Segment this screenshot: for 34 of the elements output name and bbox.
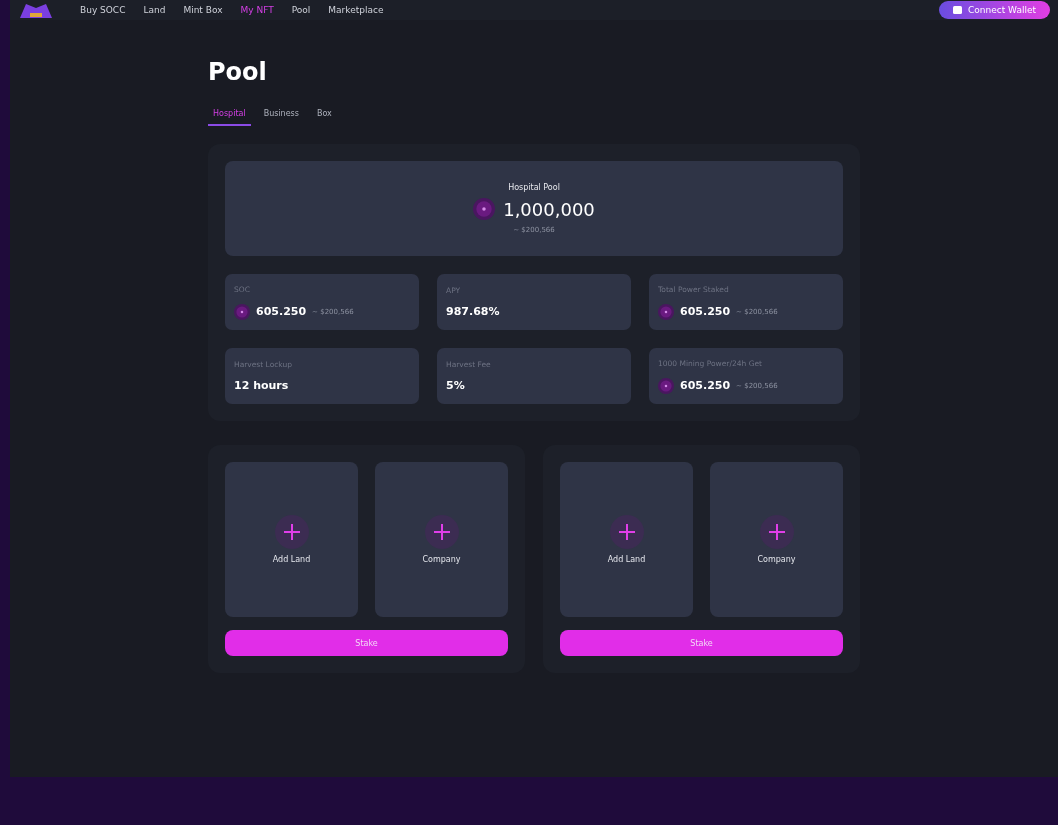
plus-icon	[759, 515, 794, 549]
stat-value: 987.68%	[446, 305, 500, 318]
slot-label: Add Land	[272, 555, 311, 564]
slot-label: Add Land	[607, 555, 646, 564]
nav-link[interactable]: Buy SOCC	[80, 5, 126, 15]
stat-value: 605.250	[680, 305, 731, 318]
nav-link[interactable]: Marketplace	[328, 5, 384, 15]
pool-tab[interactable]: Box	[311, 106, 337, 126]
nav-link[interactable]: Land	[143, 5, 166, 15]
pool-tab[interactable]: Hospital	[208, 106, 251, 126]
connect-wallet-button[interactable]: Connect Wallet	[939, 1, 1050, 19]
pool-tab[interactable]: Business	[258, 106, 304, 126]
wallet-icon	[953, 6, 962, 14]
coin-icon	[473, 198, 496, 220]
add-slot-card[interactable]: Company	[710, 462, 843, 617]
slot-label: Company	[422, 555, 461, 564]
nav-link[interactable]: Pool	[291, 5, 311, 15]
stat-value: 605.250	[680, 379, 731, 392]
pool-amount: 1,000,000	[503, 198, 595, 220]
stat-value: 605.250	[256, 305, 307, 318]
logo-icon[interactable]	[18, 2, 54, 18]
add-slot-card[interactable]: Add Land	[560, 462, 693, 617]
page-title: Pool	[208, 58, 268, 86]
plus-icon	[609, 515, 644, 549]
add-slot-card[interactable]: Add Land	[225, 462, 358, 617]
nav-link[interactable]: Mint Box	[183, 5, 223, 15]
stat-value: 12 hours	[234, 379, 289, 392]
slot-label: Company	[757, 555, 796, 564]
add-slot-card[interactable]: Company	[375, 462, 508, 617]
stat-value: 5%	[446, 379, 465, 392]
plus-icon	[424, 515, 459, 549]
plus-icon	[274, 515, 309, 549]
pool-title: Hospital Pool	[508, 183, 560, 192]
nav-link[interactable]: My NFT	[240, 5, 274, 15]
